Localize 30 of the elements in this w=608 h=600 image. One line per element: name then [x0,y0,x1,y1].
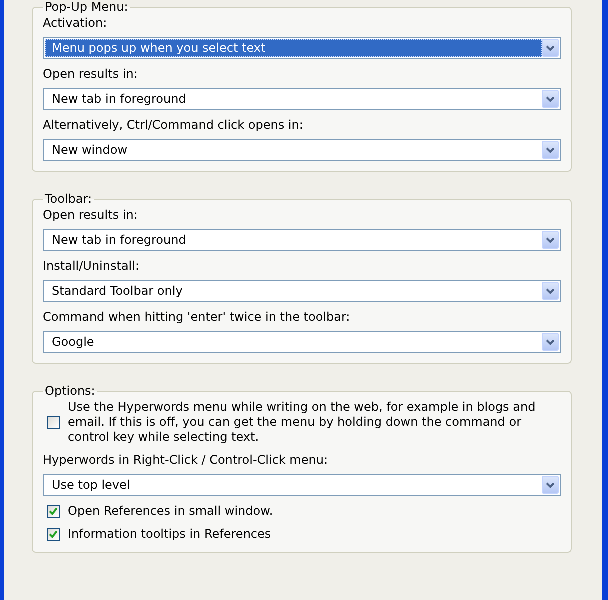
chevron-down-icon [542,90,559,108]
field-label: Open results in: [43,67,139,82]
chevron-down-icon [542,39,559,57]
checkbox[interactable] [47,528,60,541]
dropdown[interactable]: Menu pops up when you select text [43,37,561,59]
chevron-down-icon [542,476,559,494]
checkbox-label: Open References in small window. [68,504,274,519]
dropdown[interactable]: Google [43,331,561,353]
dropdown[interactable]: Standard Toolbar only [43,280,561,302]
checkbox-label: Use the Hyperwords menu while writing on the web, for example in blogs and email. If this is off, you can get the menu by holding down the command or control key while selecting text. [68,400,537,445]
field-label: Alternatively, Ctrl/Command click opens in: [43,118,304,133]
field-label: Command when hitting 'enter' twice in the toolbar: [43,310,352,325]
dropdown[interactable]: New tab in foreground [43,229,561,251]
field-label: Install/Uninstall: [43,259,141,274]
checkbox[interactable] [47,416,60,429]
checkbox-label: Information tooltips in References [68,527,272,542]
chevron-down-icon [542,333,559,351]
field-label: Activation: [43,16,108,31]
dropdown[interactable]: New tab in foreground [43,88,561,110]
group-title: Toolbar: [44,192,94,206]
checkbox[interactable] [47,505,60,518]
chevron-down-icon [542,141,559,159]
field-label: Hyperwords in Right-Click / Control-Click menu: [43,453,330,468]
dropdown[interactable]: New window [43,139,561,161]
group-title: Pop-Up Menu: [44,0,130,14]
chevron-down-icon [542,231,559,249]
chevron-down-icon [542,282,559,300]
field-label: Open results in: [43,208,139,223]
group-title: Options: [44,384,96,398]
dropdown[interactable]: Use top level [43,474,561,496]
